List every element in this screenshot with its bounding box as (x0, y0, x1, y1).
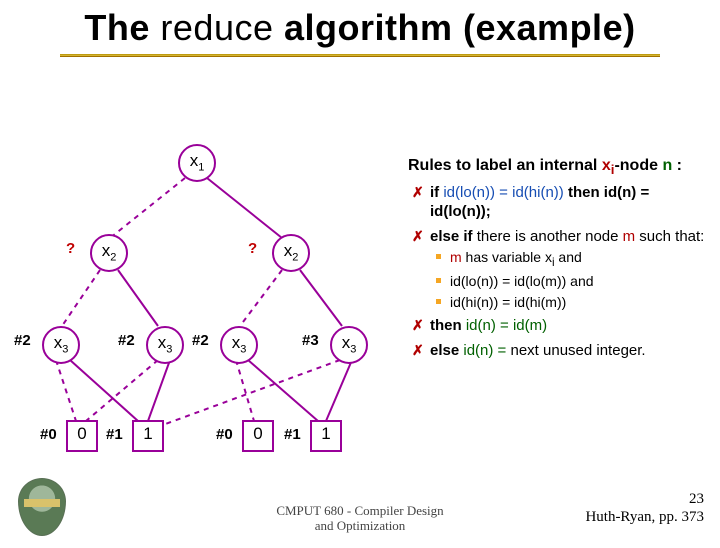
rule-then-body: id(n) = id(m) (466, 317, 547, 334)
title-underline (60, 54, 660, 56)
node-x3c-var: x (232, 333, 241, 352)
rule-s1-m: m (450, 249, 462, 265)
rule-if-kw: if (430, 184, 443, 201)
node-x2r-var: x (284, 241, 293, 260)
rules-head-b: -node (614, 157, 662, 174)
rules-head-x: xi (602, 157, 615, 174)
node-x2-right: x2 (272, 234, 310, 272)
node-x3c-sub: 3 (240, 343, 246, 355)
node-x1: x1 (178, 144, 216, 182)
rule-elseif: else if there is another node m such tha… (408, 228, 708, 247)
node-x3d-var: x (342, 333, 351, 352)
rules-head-a: Rules to label an internal (408, 157, 602, 174)
footer-line2: and Optimization (315, 518, 406, 533)
page-number: 23 (689, 491, 704, 508)
bdd-diagram: .s{stroke:#990099;stroke-width:2;fill:no… (0, 138, 405, 498)
crest-icon (18, 478, 64, 534)
footer-text: CMPUT 680 - Compiler Design and Optimiza… (230, 503, 490, 534)
rule-s1-b: has variable x (462, 249, 552, 265)
slide-root: The reduce algorithm (example) .s{stroke… (0, 8, 720, 548)
rule-if: if id(lo(n)) = id(hi(n)) then id(n) = id… (408, 184, 708, 222)
node-x2l-sub: 2 (110, 251, 116, 263)
diagram-edges: .s{stroke:#990099;stroke-width:2;fill:no… (0, 138, 405, 498)
rule-then: then id(n) = id(m) (408, 317, 708, 336)
tag-leaf1a: #1 (106, 426, 123, 443)
node-x3-c: x3 (220, 326, 258, 364)
rules-panel: Rules to label an internal xi-node n : i… (408, 156, 708, 360)
node-x2r-sub: 2 (292, 251, 298, 263)
leaf-1b: 1 (310, 420, 342, 452)
rules-head-n: n (662, 157, 672, 174)
node-x3-b: x3 (146, 326, 184, 364)
title-mid: reduce (160, 7, 273, 48)
leaf-0b: 0 (242, 420, 274, 452)
rule-else-kw: else (430, 342, 463, 359)
slide-title: The reduce algorithm (example) (0, 8, 720, 48)
tag-l3a: #2 (14, 332, 31, 349)
title-pre: The (84, 7, 160, 48)
tag-l2a: ? (66, 240, 75, 257)
rule-sub3: id(hi(n)) = id(hi(m)) (408, 293, 708, 311)
node-x2l-var: x (102, 241, 111, 260)
leaf-1a: 1 (132, 420, 164, 452)
node-x1-sub: 1 (198, 161, 204, 173)
tag-l3c: #2 (192, 332, 209, 349)
rule-else-tail: next unused integer. (510, 342, 645, 359)
node-x1-var: x (190, 151, 199, 170)
rule-sub1: m has variable xi and (408, 248, 708, 270)
rules-heading: Rules to label an internal xi-node n : (408, 156, 708, 178)
tag-l2b: ? (248, 240, 257, 257)
node-x3a-var: x (54, 333, 63, 352)
citation: Huth-Ryan, pp. 373 (585, 509, 704, 526)
rule-elseif-m: m (623, 228, 636, 245)
tag-leaf0a: #0 (40, 426, 57, 443)
rule-elseif-tail: such that: (635, 228, 704, 245)
rule-then-kw: then (430, 317, 466, 334)
node-x3a-sub: 3 (62, 343, 68, 355)
rules-head-c: : (672, 157, 682, 174)
rule-else-body: id(n) = (463, 342, 510, 359)
node-x2-left: x2 (90, 234, 128, 272)
node-x3b-sub: 3 (166, 343, 172, 355)
tag-leaf0b: #0 (216, 426, 233, 443)
rule-elseif-kw: else if (430, 228, 477, 245)
node-x3b-var: x (158, 333, 167, 352)
rule-s1-c: and (555, 249, 582, 265)
tag-l3b: #2 (118, 332, 135, 349)
footer-line1: CMPUT 680 - Compiler Design (276, 503, 443, 518)
rule-elseif-body: there is another node (477, 228, 623, 245)
rule-if-cond: id(lo(n)) = id(hi(n)) (443, 184, 563, 201)
tag-leaf1b: #1 (284, 426, 301, 443)
rule-sub2: id(lo(n)) = id(lo(m)) and (408, 272, 708, 290)
title-post: algorithm (example) (274, 7, 636, 48)
tag-l3d: #3 (302, 332, 319, 349)
node-x3d-sub: 3 (350, 343, 356, 355)
rule-else: else id(n) = next unused integer. (408, 342, 708, 361)
leaf-0a: 0 (66, 420, 98, 452)
node-x3-a: x3 (42, 326, 80, 364)
node-x3-d: x3 (330, 326, 368, 364)
